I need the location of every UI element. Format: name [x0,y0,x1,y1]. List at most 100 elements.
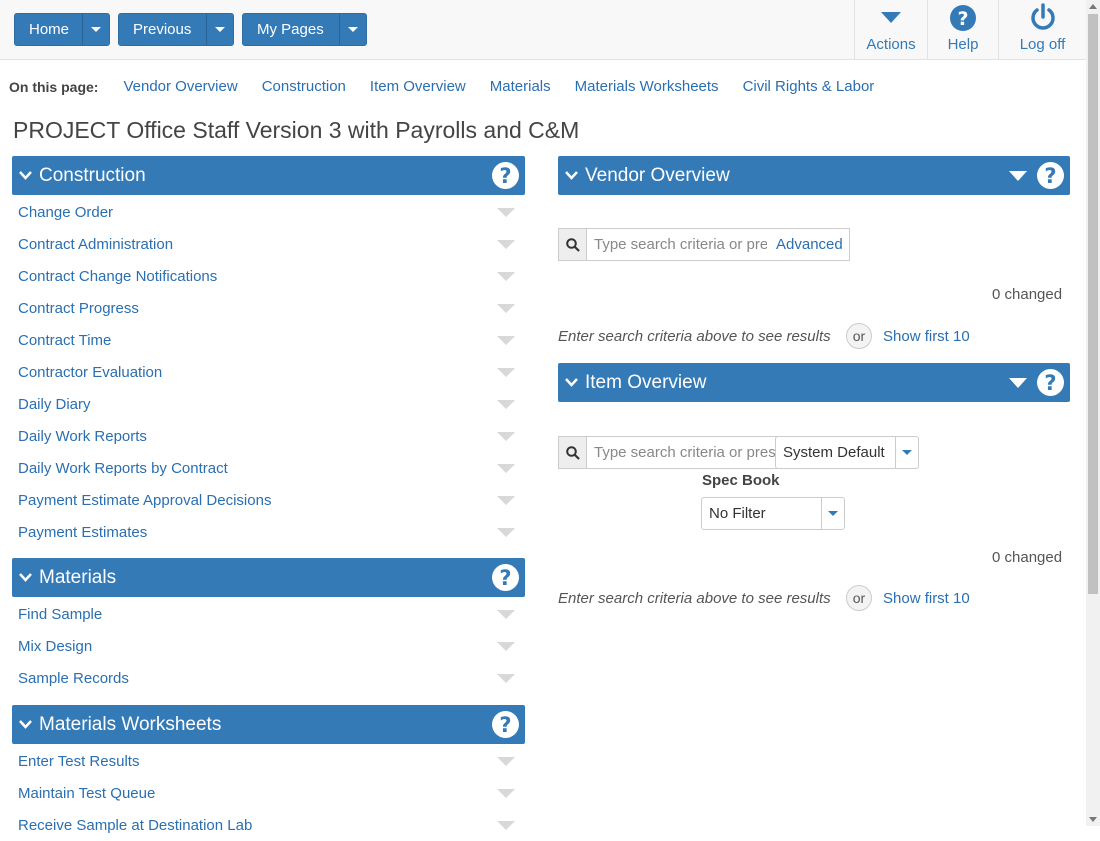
materials-link[interactable]: Sample Records [18,670,129,687]
list-item[interactable]: Contract Administration [18,228,518,260]
list-item[interactable]: Maintain Test Queue [18,777,518,809]
list-item[interactable]: Daily Diary [18,388,518,420]
vendor-show-first-link[interactable]: Show first 10 [883,328,970,345]
construction-link[interactable]: Contract Administration [18,236,173,253]
jump-link-item-overview[interactable]: Item Overview [370,78,466,96]
logoff-button[interactable]: Log off [998,0,1086,60]
list-item[interactable]: Receive Sample at Destination Lab [18,809,518,841]
help-icon[interactable]: ? [492,162,519,189]
help-icon[interactable]: ? [492,564,519,591]
jump-link-construction[interactable]: Construction [262,78,346,96]
help-label[interactable]: Help [948,36,979,53]
materials-panel-header[interactable]: Materials ? [12,558,525,597]
item-show-first-link[interactable]: Show first 10 [883,590,970,607]
materials-worksheets-link[interactable]: Maintain Test Queue [18,785,155,802]
list-item[interactable]: Daily Work Reports [18,420,518,452]
item-search-input[interactable]: Type search criteria or press Enter [587,437,775,468]
list-item[interactable]: Payment Estimate Approval Decisions [18,484,518,516]
vendor-advanced-link[interactable]: Advanced [776,236,843,253]
my-pages-button-label[interactable]: My Pages [243,14,339,45]
construction-link[interactable]: Contractor Evaluation [18,364,162,381]
expand-triangle-icon[interactable] [497,271,515,281]
item-view-select[interactable]: System Default [775,436,919,469]
chevron-down-icon[interactable] [895,437,918,468]
scroll-up-icon[interactable] [1089,4,1097,9]
home-button-label[interactable]: Home [15,14,82,45]
construction-link[interactable]: Contract Progress [18,300,139,317]
previous-button[interactable]: Previous [118,13,234,46]
construction-link[interactable]: Daily Work Reports by Contract [18,460,228,477]
materials-worksheets-link[interactable]: Enter Test Results [18,753,139,770]
vendor-overview-panel-header[interactable]: Vendor Overview ? [558,156,1070,195]
help-icon[interactable]: ? [1037,369,1064,396]
construction-link[interactable]: Payment Estimate Approval Decisions [18,492,271,509]
actions-menu[interactable]: Actions [854,0,927,60]
jump-link-civil-rights-labor[interactable]: Civil Rights & Labor [743,78,875,96]
my-pages-button[interactable]: My Pages [242,13,367,46]
my-pages-dropdown-toggle[interactable] [339,14,366,45]
construction-link[interactable]: Daily Work Reports [18,428,147,445]
expand-triangle-icon[interactable] [497,609,515,619]
expand-triangle-icon[interactable] [497,335,515,345]
construction-panel-header[interactable]: Construction ? [12,156,525,195]
jump-link-materials-worksheets[interactable]: Materials Worksheets [575,78,719,96]
actions-label[interactable]: Actions [866,36,915,53]
list-item[interactable]: Contractor Evaluation [18,356,518,388]
expand-triangle-icon[interactable] [497,239,515,249]
search-icon[interactable] [559,437,587,468]
previous-dropdown-toggle[interactable] [206,14,233,45]
construction-link[interactable]: Contract Change Notifications [18,268,217,285]
panel-menu-caret-icon[interactable] [1009,378,1027,388]
materials-link[interactable]: Find Sample [18,606,102,623]
construction-link[interactable]: Payment Estimates [18,524,147,541]
vertical-scrollbar[interactable] [1086,0,1100,826]
expand-triangle-icon[interactable] [497,207,515,217]
item-view-select-value[interactable]: System Default [776,444,895,461]
home-button[interactable]: Home [14,13,110,46]
spec-book-select-value[interactable]: No Filter [702,505,821,522]
expand-triangle-icon[interactable] [497,756,515,766]
expand-triangle-icon[interactable] [497,431,515,441]
expand-triangle-icon[interactable] [497,641,515,651]
expand-triangle-icon[interactable] [497,820,515,830]
search-icon[interactable] [559,229,587,260]
help-button[interactable]: ? Help [927,0,998,60]
list-item[interactable]: Contract Progress [18,292,518,324]
list-item[interactable]: Sample Records [18,662,518,694]
spec-book-select[interactable]: No Filter [701,497,845,530]
item-overview-panel-header[interactable]: Item Overview ? [558,363,1070,402]
construction-link[interactable]: Daily Diary [18,396,91,413]
expand-triangle-icon[interactable] [497,399,515,409]
materials-worksheets-link[interactable]: Receive Sample at Destination Lab [18,817,252,834]
list-item[interactable]: Contract Change Notifications [18,260,518,292]
jump-link-materials[interactable]: Materials [490,78,551,96]
construction-link[interactable]: Change Order [18,204,113,221]
help-icon[interactable]: ? [492,711,519,738]
help-icon[interactable]: ? [1037,162,1064,189]
list-item[interactable]: Mix Design [18,630,518,662]
materials-worksheets-panel-header[interactable]: Materials Worksheets ? [12,705,525,744]
list-item[interactable]: Daily Work Reports by Contract [18,452,518,484]
expand-triangle-icon[interactable] [497,673,515,683]
home-dropdown-toggle[interactable] [82,14,109,45]
construction-link[interactable]: Contract Time [18,332,111,349]
scroll-down-icon[interactable] [1089,817,1097,822]
logoff-label[interactable]: Log off [1020,36,1066,53]
chevron-down-icon[interactable] [821,498,844,529]
list-item[interactable]: Enter Test Results [18,745,518,777]
list-item[interactable]: Change Order [18,196,518,228]
expand-triangle-icon[interactable] [497,788,515,798]
materials-link[interactable]: Mix Design [18,638,92,655]
list-item[interactable]: Find Sample [18,598,518,630]
expand-triangle-icon[interactable] [497,495,515,505]
expand-triangle-icon[interactable] [497,303,515,313]
vendor-search-input[interactable]: Type search criteria or press Enter [587,229,767,260]
expand-triangle-icon[interactable] [497,463,515,473]
expand-triangle-icon[interactable] [497,367,515,377]
jump-link-vendor-overview[interactable]: Vendor Overview [123,78,237,96]
list-item[interactable]: Payment Estimates [18,516,518,548]
panel-menu-caret-icon[interactable] [1009,171,1027,181]
previous-button-label[interactable]: Previous [119,14,206,45]
list-item[interactable]: Contract Time [18,324,518,356]
scrollbar-thumb[interactable] [1088,14,1098,594]
